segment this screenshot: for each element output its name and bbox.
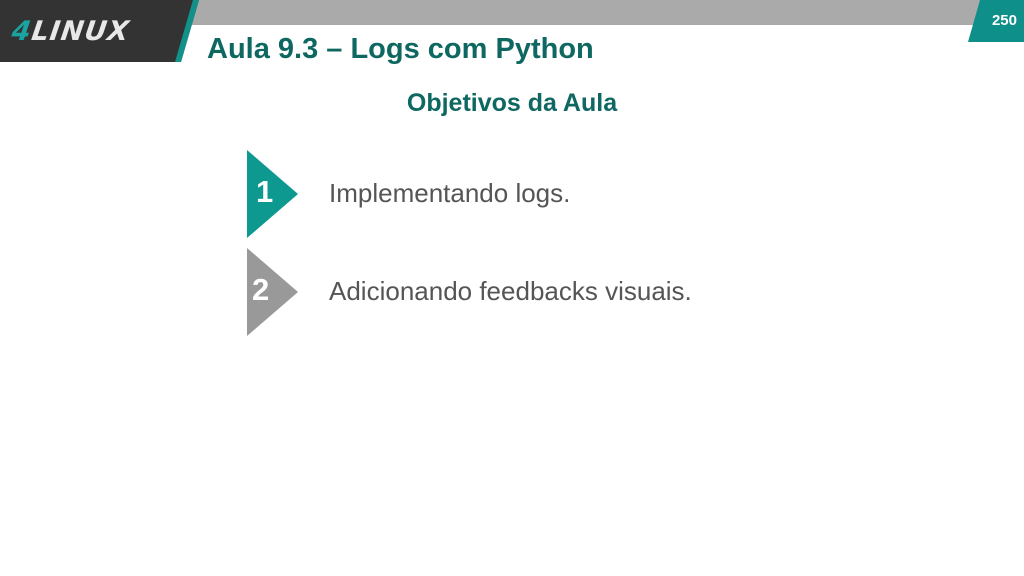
page-number: 250 [991,12,1017,29]
objective-number: 2 [252,272,270,307]
objective-text: Implementando logs. [329,178,571,208]
page-number-badge: 250 [968,0,1024,42]
logo-wordmark: 4LINUX [9,16,132,47]
logo: 4LINUX [0,0,200,62]
objective-text: Adicionando feedbacks visuais. [329,276,692,306]
section-subtitle: Objetivos da Aula [406,89,618,117]
objective-number: 1 [256,174,274,209]
objective-item-1: 1 Implementando logs. [246,150,806,238]
slide-title: Aula 9.3 – Logs com Python [207,33,594,65]
objective-item-2: 2 Adicionando feedbacks visuais. [246,248,806,336]
